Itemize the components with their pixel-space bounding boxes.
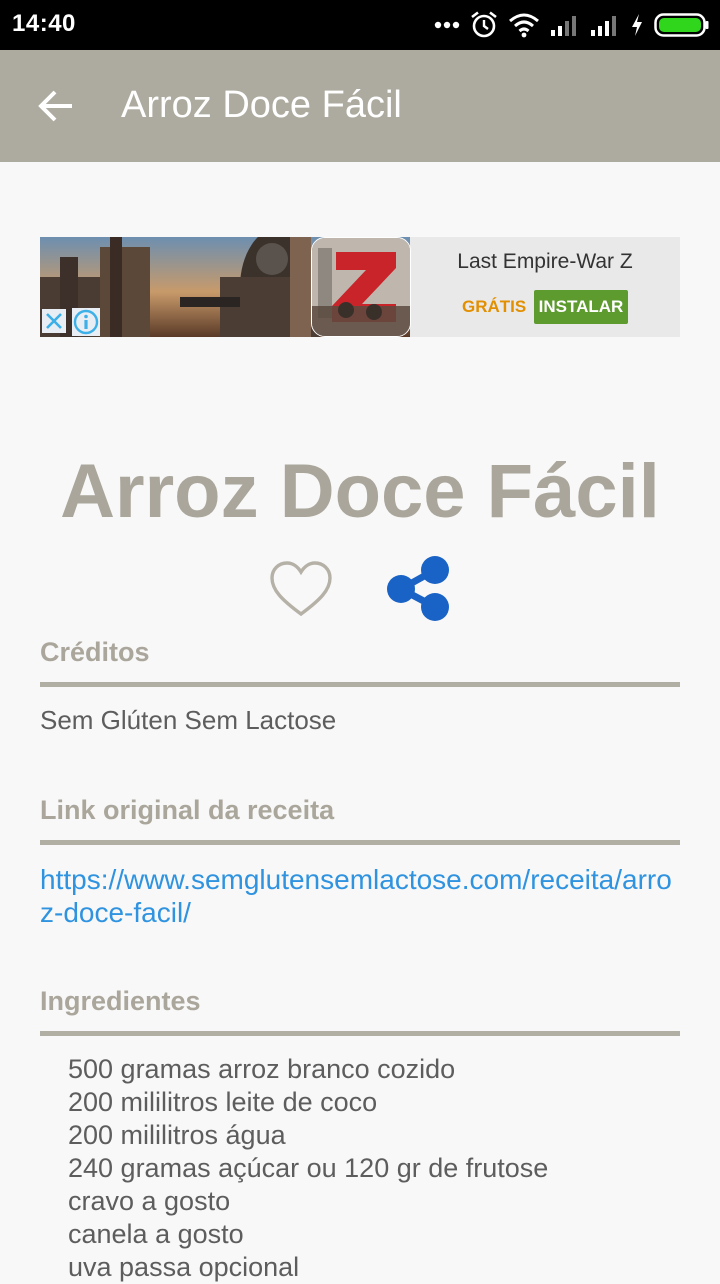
ingredient-item: 500 gramas arroz branco cozido: [68, 1054, 456, 1084]
credits-text: Sem Glúten Sem Lactose: [40, 705, 337, 735]
status-icons: [434, 8, 710, 42]
ingredient-item: 200 mililitros leite de coco: [68, 1087, 378, 1117]
app-bar: Arroz Doce Fácil: [0, 50, 720, 162]
ad-info-icon[interactable]: [72, 308, 100, 336]
status-time: 14:40: [12, 10, 76, 37]
credits-heading: Créditos: [40, 637, 150, 667]
battery-icon: [654, 13, 709, 37]
recipe-source-link[interactable]: https://www.semglutensemlactose.com/rece…: [40, 863, 680, 929]
charging-icon: [632, 14, 642, 36]
ingredients-heading: Ingredientes: [40, 986, 201, 1016]
ingredient-item: 240 gramas açúcar ou 120 gr de frutose: [68, 1153, 549, 1183]
ad-close-icon[interactable]: [42, 309, 66, 333]
ad-app-icon[interactable]: [311, 237, 411, 337]
ad-price-label: GRÁTIS: [462, 297, 527, 316]
ingredients-divider: [40, 1031, 680, 1036]
ingredient-item: uva passa opcional: [68, 1252, 300, 1282]
wifi-icon: [509, 13, 539, 38]
signal-icon: [591, 16, 616, 36]
alarm-icon: [471, 11, 497, 38]
signal-icon: [551, 16, 576, 36]
credits-divider: [40, 682, 680, 687]
ingredient-item: canela a gosto: [68, 1219, 244, 1249]
link-divider: [40, 840, 680, 845]
ingredient-item: 200 mililitros água: [68, 1120, 286, 1150]
ad-banner[interactable]: Last Empire-War Z GRÁTIS INSTALAR: [40, 237, 680, 337]
app-bar-title: Arroz Doce Fácil: [121, 84, 402, 126]
link-heading: Link original da receita: [40, 795, 335, 825]
ingredients-list: 500 gramas arroz branco cozido 200 milil…: [68, 1053, 548, 1284]
status-bar: 14:40: [0, 0, 720, 50]
more-dots-icon: [434, 21, 460, 29]
ingredient-item: cravo a gosto: [68, 1186, 231, 1216]
favorite-heart-icon[interactable]: [268, 560, 334, 620]
ad-app-name[interactable]: Last Empire-War Z: [420, 250, 670, 274]
share-icon[interactable]: [384, 555, 452, 621]
back-arrow-icon[interactable]: [36, 86, 76, 126]
recipe-title: Arroz Doce Fácil: [60, 449, 660, 534]
ad-install-button[interactable]: INSTALAR: [534, 290, 628, 324]
